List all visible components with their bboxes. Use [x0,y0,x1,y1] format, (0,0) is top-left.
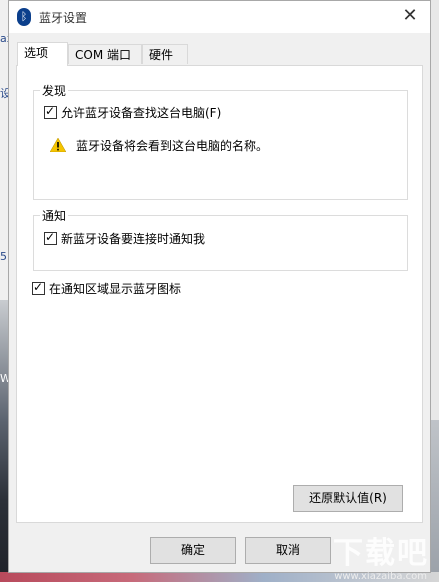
restore-defaults-button[interactable]: 还原默认值(R) [293,485,403,512]
warning-text: 蓝牙设备将会看到这台电脑的名称。 [76,139,269,153]
discovery-group-label: 发现 [40,82,69,99]
warning-icon [49,137,67,153]
watermark-logo: 下载吧 [333,536,429,571]
bluetooth-settings-dialog: ᛒ 蓝牙设置 ✕ 选项 COM 端口 硬件 发现 ✓ 允许蓝牙设备查找这台电脑(F… [8,0,431,573]
tab-com-ports[interactable]: COM 端口 [68,44,142,64]
notify-new-device-label: 新蓝牙设备要连接时通知我 [61,232,206,246]
allow-discovery-checkbox[interactable]: ✓ 允许蓝牙设备查找这台电脑(F) [44,104,222,121]
ok-button[interactable]: 确定 [150,537,236,564]
close-icon: ✕ [402,5,418,26]
tab-options[interactable]: 选项 [17,42,68,66]
notification-group-label: 通知 [40,207,69,224]
cancel-button[interactable]: 取消 [245,537,331,564]
discovery-group: 发现 ✓ 允许蓝牙设备查找这台电脑(F) 蓝牙设备将会看到这台电脑的名称。 [33,82,408,200]
checkmark-icon: ✓ [45,230,56,244]
close-button[interactable]: ✕ [390,1,430,31]
bluetooth-icon: ᛒ [17,8,31,26]
tab-hardware[interactable]: 硬件 [142,44,188,64]
tab-panel-options: 发现 ✓ 允许蓝牙设备查找这台电脑(F) 蓝牙设备将会看到这台电脑的名称。 通知 … [16,65,423,523]
discovery-warning: 蓝牙设备将会看到这台电脑的名称。 [49,137,269,154]
notify-new-device-checkbox[interactable]: ✓ 新蓝牙设备要连接时通知我 [44,230,206,247]
checkmark-icon: ✓ [33,280,44,294]
watermark-url: www.xiazaiba.com [334,571,427,582]
window-title: 蓝牙设置 [39,11,88,25]
allow-discovery-label: 允许蓝牙设备查找这台电脑(F) [61,106,222,120]
checkmark-icon: ✓ [45,104,56,118]
checkbox-box[interactable]: ✓ [44,104,57,119]
show-tray-icon-checkbox[interactable]: ✓ 在通知区域显示蓝牙图标 [32,280,182,297]
checkbox-box[interactable]: ✓ [44,230,57,245]
notification-group: 通知 ✓ 新蓝牙设备要连接时通知我 [33,207,408,271]
title-bar[interactable]: ᛒ 蓝牙设置 ✕ [9,1,430,33]
show-tray-icon-label: 在通知区域显示蓝牙图标 [49,282,182,296]
checkbox-box[interactable]: ✓ [32,280,45,295]
background-right-strip [431,0,439,582]
